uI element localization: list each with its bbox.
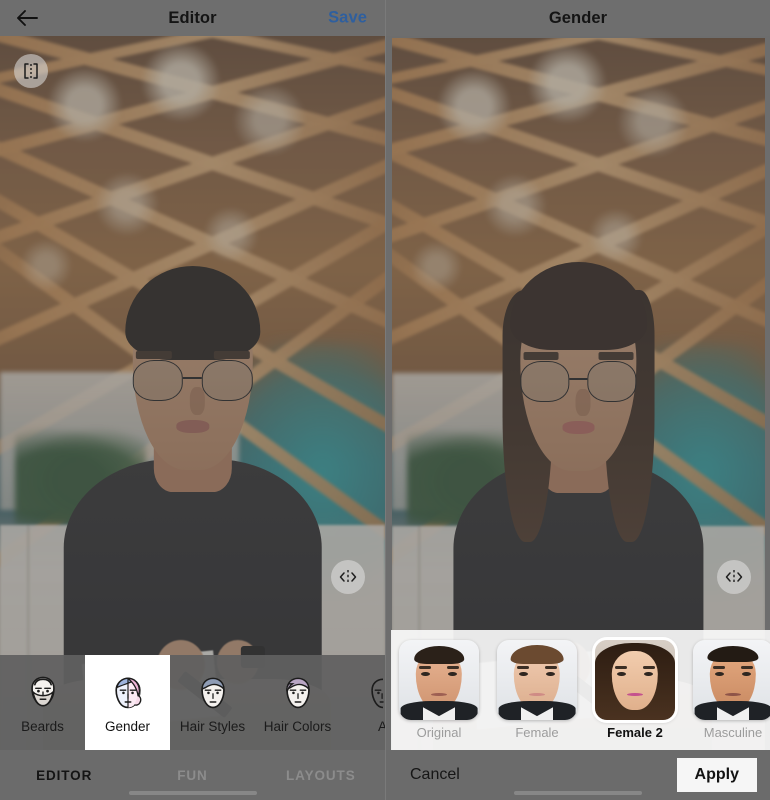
option-label: Female [515, 725, 559, 740]
cancel-button[interactable]: Cancel [410, 766, 460, 784]
right-panel-gender: Gender Original Female Female 2 Masculin… [385, 0, 770, 800]
home-indicator [128, 791, 257, 795]
tool-label: Beards [21, 718, 64, 734]
option-thumbnail[interactable] [399, 640, 479, 720]
split-compare-icon[interactable] [14, 54, 48, 88]
option-thumbnail[interactable] [497, 640, 577, 720]
face-gender-split-icon [114, 677, 141, 708]
tool-hair-colors[interactable]: Hair Colors [255, 655, 340, 750]
left-header: Editor Save [0, 0, 385, 36]
face-hairstyle-icon [200, 677, 225, 708]
face-haircolor-icon [285, 677, 310, 708]
back-arrow-icon[interactable] [16, 7, 38, 29]
tab-editor[interactable]: EDITOR [0, 768, 128, 783]
tool-label: Hair Colors [263, 718, 332, 734]
compare-slider-icon[interactable] [331, 560, 365, 594]
tool-label: Gender [104, 718, 151, 734]
option-thumbnail[interactable] [595, 640, 675, 720]
option-label: Original [416, 725, 462, 740]
tool-partial-next[interactable]: A [340, 655, 385, 750]
option-masculine[interactable]: Masculine [687, 640, 770, 740]
tool-label: Hair Styles [179, 718, 246, 734]
tab-fun[interactable]: FUN [128, 768, 256, 783]
option-label: Masculine [703, 725, 763, 740]
save-button[interactable]: Save [328, 9, 367, 28]
apply-button[interactable]: Apply [676, 758, 757, 792]
left-panel-editor: Editor Save Beards Gender Hair Styles Ha… [0, 0, 385, 800]
tool-rail[interactable]: Beards Gender Hair Styles Hair Colors A [0, 655, 385, 750]
tab-layouts[interactable]: LAYOUTS [257, 768, 385, 783]
tool-hair-styles[interactable]: Hair Styles [170, 655, 255, 750]
option-label: Female 2 [607, 725, 663, 740]
home-indicator [514, 791, 642, 795]
gender-options-strip[interactable]: Original Female Female 2 Masculine [391, 630, 770, 750]
face-beard-icon [30, 676, 55, 706]
face-partial-icon [370, 677, 384, 708]
tool-gender[interactable]: Gender [85, 655, 170, 750]
compare-slider-icon[interactable] [717, 560, 751, 594]
dual-screenshot-container: Editor Save Beards Gender Hair Styles Ha… [0, 0, 770, 800]
option-original[interactable]: Original [393, 640, 485, 740]
tool-beards[interactable]: Beards [0, 655, 85, 750]
page-title: Gender [548, 8, 608, 27]
option-thumbnail[interactable] [693, 640, 770, 720]
tool-label: A [377, 718, 385, 734]
right-header: Gender [386, 0, 770, 36]
option-female[interactable]: Female [491, 640, 583, 740]
option-female-2[interactable]: Female 2 [589, 640, 681, 740]
page-title: Editor [168, 8, 217, 27]
